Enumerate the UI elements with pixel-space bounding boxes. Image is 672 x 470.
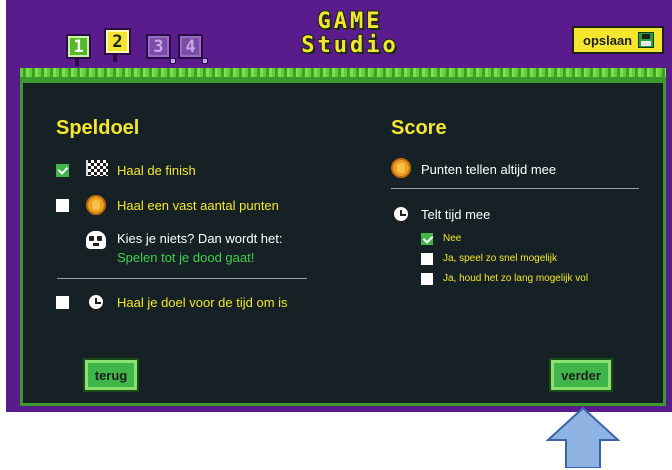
goal-divider (57, 278, 307, 279)
goal-finish-checkbox[interactable] (56, 164, 69, 177)
time-option-no-checkbox[interactable] (421, 233, 433, 245)
checkered-flag-icon (86, 160, 108, 176)
score-points-text: Punten tellen altijd mee (421, 162, 557, 177)
score-divider (391, 188, 639, 189)
time-option-long-checkbox[interactable] (421, 273, 433, 285)
goal-finish-label[interactable]: Haal de finish (117, 163, 196, 178)
floppy-disk-icon (638, 32, 655, 48)
next-button[interactable]: verder (551, 360, 611, 390)
goal-points-checkbox[interactable] (56, 199, 69, 212)
save-button[interactable]: opslaan (572, 26, 664, 54)
clock-icon (87, 293, 105, 311)
time-option-long-label[interactable]: Ja, houd het zo lang mogelijk vol (443, 273, 588, 284)
game-studio-logo: GAME Studio (288, 10, 412, 66)
step-2-label: 2 (112, 31, 123, 52)
skull-icon (86, 231, 106, 249)
goal-points-label[interactable]: Haal een vast aantal punten (117, 198, 279, 213)
goal-time-checkbox[interactable] (56, 296, 69, 309)
step-stem-icon (75, 59, 79, 66)
score-heading: Score (391, 117, 447, 139)
step-progress: 1 2 3 4 (62, 26, 222, 66)
goal-heading: Speldoel (56, 117, 140, 139)
score-time-label: Telt tijd mee (421, 207, 491, 222)
step-3-label: 3 (153, 36, 164, 57)
coin-icon (86, 195, 106, 215)
logo-line-2: Studio (301, 33, 399, 58)
step-1-badge[interactable]: 1 (66, 34, 91, 66)
goal-time-label[interactable]: Haal je doel voor de tijd om is (117, 295, 288, 310)
logo-line-1: GAME (317, 9, 383, 34)
step-tick-icon (202, 58, 208, 64)
step-4-badge[interactable]: 4 (178, 34, 208, 64)
coin-icon (391, 158, 411, 178)
time-option-fast-checkbox[interactable] (421, 253, 433, 265)
step-1-label: 1 (73, 36, 84, 57)
settings-panel: Speldoel Haal de finish Haal een vast aa… (20, 80, 666, 406)
step-3-badge[interactable]: 3 (146, 34, 176, 64)
save-button-label: opslaan (583, 32, 633, 48)
time-option-fast-label[interactable]: Ja, speel zo snel mogelijk (443, 253, 557, 264)
back-button[interactable]: terug (85, 360, 137, 390)
clock-icon (392, 205, 410, 223)
time-option-no-label[interactable]: Nee (443, 233, 461, 244)
pointer-arrow-icon (546, 406, 620, 468)
step-2-badge[interactable]: 2 (104, 28, 131, 62)
goal-hint-text: Kies je niets? Dan wordt het: (117, 231, 283, 246)
step-stem-icon (113, 55, 117, 62)
goal-hint-default: Spelen tot je dood gaat! (117, 250, 255, 265)
step-tick-icon (170, 58, 176, 64)
step-4-label: 4 (185, 36, 196, 57)
